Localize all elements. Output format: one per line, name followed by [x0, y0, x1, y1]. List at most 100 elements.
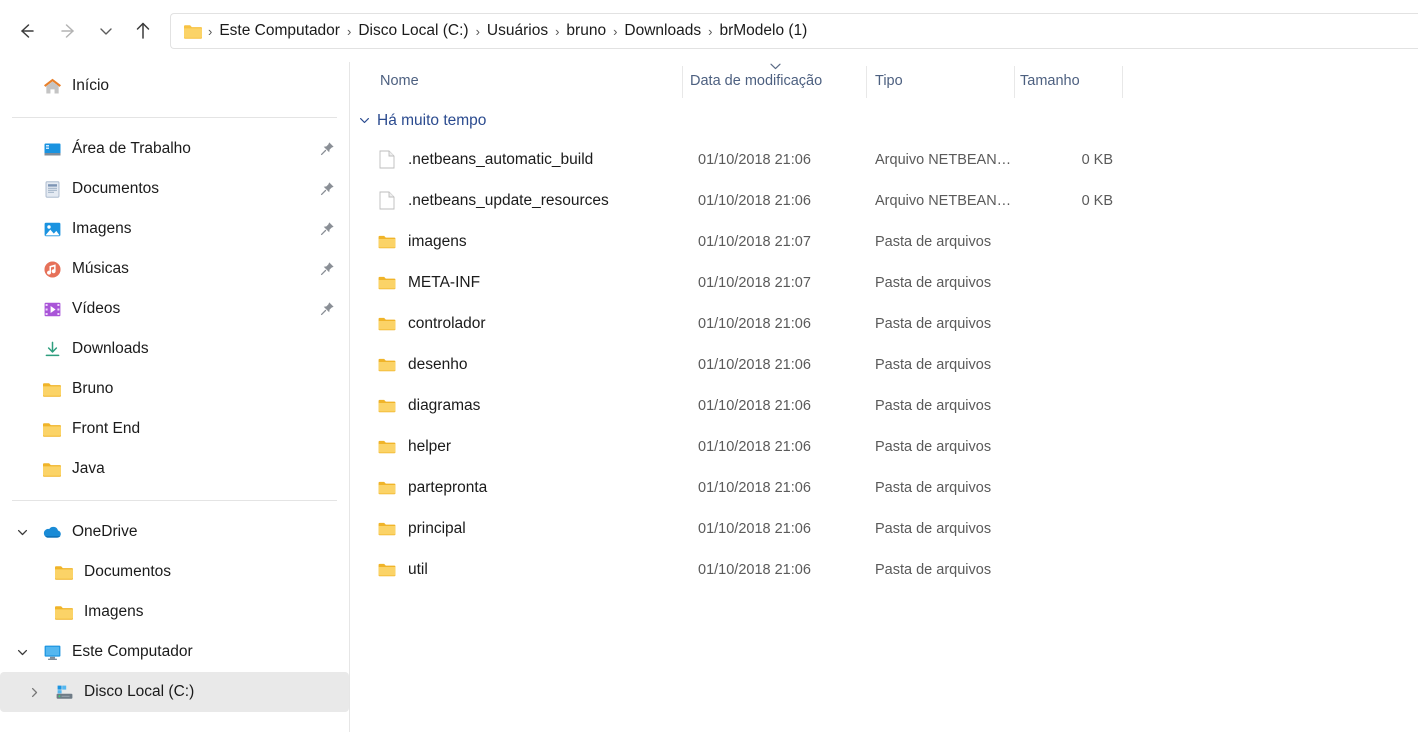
folder-icon: [378, 560, 396, 580]
address-bar[interactable]: › Este Computador › Disco Local (C:) › U…: [170, 13, 1418, 49]
breadcrumb-item-downloads[interactable]: Downloads: [618, 20, 707, 42]
sidebar-item-documentos[interactable]: Documentos: [0, 169, 349, 209]
sidebar-item-label: Documentos: [72, 180, 160, 197]
navigation-pane: Início Área de Trabalho Documentos Image…: [0, 62, 350, 732]
cell-date: 01/10/2018 21:06: [698, 561, 811, 578]
pin-icon[interactable]: [320, 181, 336, 197]
table-row[interactable]: META-INF 01/10/2018 21:07 Pasta de arqui…: [350, 262, 1418, 303]
file-icon: [378, 191, 396, 211]
folder-icon: [378, 314, 396, 334]
table-row[interactable]: principal 01/10/2018 21:06 Pasta de arqu…: [350, 508, 1418, 549]
navigation-toolbar: › Este Computador › Disco Local (C:) › U…: [0, 0, 1418, 62]
cell-name: principal: [378, 508, 466, 549]
folder-icon: [42, 419, 62, 439]
table-row[interactable]: partepronta 01/10/2018 21:06 Pasta de ar…: [350, 467, 1418, 508]
table-row[interactable]: util 01/10/2018 21:06 Pasta de arquivos: [350, 549, 1418, 590]
cell-name: .netbeans_update_resources: [378, 180, 609, 221]
sidebar-item-onedrive-documentos[interactable]: Documentos: [0, 552, 349, 592]
column-header-data-de-modificacao[interactable]: Data de modificação: [690, 73, 822, 89]
column-header-tamanho[interactable]: Tamanho: [1020, 73, 1080, 89]
group-header-label: Há muito tempo: [377, 111, 487, 129]
table-row[interactable]: diagramas 01/10/2018 21:06 Pasta de arqu…: [350, 385, 1418, 426]
cell-name: desenho: [378, 344, 467, 385]
column-divider[interactable]: [1014, 66, 1015, 98]
sidebar-item-imagens[interactable]: Imagens: [0, 209, 349, 249]
cell-date: 01/10/2018 21:07: [698, 274, 811, 291]
cell-date: 01/10/2018 21:06: [698, 397, 811, 414]
cell-size: [970, 426, 1113, 467]
table-row[interactable]: .netbeans_automatic_build 01/10/2018 21:…: [350, 139, 1418, 180]
cell-name: util: [378, 549, 428, 590]
file-name: .netbeans_automatic_build: [408, 150, 594, 168]
back-button[interactable]: [8, 13, 44, 49]
column-headers: Nome Data de modificação Tipo Tamanho: [350, 62, 1418, 102]
up-button[interactable]: [125, 13, 161, 49]
file-name: .netbeans_update_resources: [408, 191, 609, 209]
table-row[interactable]: helper 01/10/2018 21:06 Pasta de arquivo…: [350, 426, 1418, 467]
forward-button[interactable]: [51, 13, 87, 49]
sidebar-divider: [12, 117, 337, 118]
cell-date: 01/10/2018 21:06: [698, 438, 811, 455]
file-icon: [378, 150, 396, 170]
chevron-right-icon[interactable]: [26, 684, 42, 700]
breadcrumb-item-bruno[interactable]: bruno: [560, 20, 612, 42]
sidebar-item-downloads[interactable]: Downloads: [0, 329, 349, 369]
chevron-down-icon[interactable]: [14, 644, 30, 660]
sidebar-item-onedrive-imagens[interactable]: Imagens: [0, 592, 349, 632]
videos-icon: [42, 299, 62, 319]
column-divider[interactable]: [1122, 66, 1123, 98]
sidebar-item-front-end[interactable]: Front End: [0, 409, 349, 449]
pin-icon[interactable]: [320, 301, 336, 317]
breadcrumb-item-disco-local-c[interactable]: Disco Local (C:): [352, 20, 474, 42]
music-icon: [42, 259, 62, 279]
table-row[interactable]: controlador 01/10/2018 21:06 Pasta de ar…: [350, 303, 1418, 344]
column-divider[interactable]: [866, 66, 867, 98]
sidebar-item-label: Imagens: [72, 220, 132, 237]
table-row[interactable]: .netbeans_update_resources 01/10/2018 21…: [350, 180, 1418, 221]
sidebar-item-area-de-trabalho[interactable]: Área de Trabalho: [0, 129, 349, 169]
pictures-icon: [42, 219, 62, 239]
sidebar-item-label: Área de Trabalho: [72, 140, 191, 157]
sidebar-item-este-computador[interactable]: Este Computador: [0, 632, 349, 672]
cell-name: diagramas: [378, 385, 480, 426]
folder-icon: [378, 396, 396, 416]
sidebar-item-bruno[interactable]: Bruno: [0, 369, 349, 409]
folder-icon: [378, 437, 396, 457]
breadcrumb-item-este-computador[interactable]: Este Computador: [213, 20, 346, 42]
column-header-nome[interactable]: Nome: [380, 73, 419, 89]
recent-locations-chevron-down-icon[interactable]: [93, 13, 119, 49]
cell-date: 01/10/2018 21:07: [698, 233, 811, 250]
sidebar-item-label: Downloads: [72, 340, 149, 357]
folder-icon: [378, 355, 396, 375]
sidebar-item-java[interactable]: Java: [0, 449, 349, 489]
sidebar-item-videos[interactable]: Vídeos: [0, 289, 349, 329]
sidebar-item-label: Início: [72, 77, 110, 94]
group-header-ha-muito-tempo[interactable]: Há muito tempo: [350, 102, 1418, 139]
breadcrumb-item-usuarios[interactable]: Usuários: [481, 20, 554, 42]
chevron-down-icon[interactable]: [14, 524, 30, 540]
pin-icon[interactable]: [320, 221, 336, 237]
cell-name: controlador: [378, 303, 486, 344]
sidebar-item-label: OneDrive: [72, 523, 138, 540]
sidebar-item-disco-local-c[interactable]: Disco Local (C:): [0, 672, 349, 712]
folder-icon: [378, 478, 396, 498]
cell-size: [970, 467, 1113, 508]
file-list-pane: Nome Data de modificação Tipo Tamanho Há…: [350, 62, 1418, 732]
sidebar-item-label: Vídeos: [72, 300, 121, 317]
pin-icon[interactable]: [320, 141, 336, 157]
table-row[interactable]: desenho 01/10/2018 21:06 Pasta de arquiv…: [350, 344, 1418, 385]
cell-size: [970, 303, 1113, 344]
sidebar-item-musicas[interactable]: Músicas: [0, 249, 349, 289]
column-header-tipo[interactable]: Tipo: [875, 73, 903, 89]
breadcrumb-separator: ›: [475, 23, 480, 39]
breadcrumb-item-brmodelo[interactable]: brModelo (1): [713, 20, 813, 42]
sidebar-item-onedrive[interactable]: OneDrive: [0, 512, 349, 552]
column-divider[interactable]: [682, 66, 683, 98]
cell-date: 01/10/2018 21:06: [698, 315, 811, 332]
sidebar-item-label: Músicas: [72, 260, 129, 277]
sidebar-item-inicio[interactable]: Início: [0, 66, 349, 106]
chevron-down-icon[interactable]: [355, 114, 373, 127]
pin-icon[interactable]: [320, 261, 336, 277]
sidebar-item-label: Disco Local (C:): [84, 683, 195, 700]
table-row[interactable]: imagens 01/10/2018 21:07 Pasta de arquiv…: [350, 221, 1418, 262]
